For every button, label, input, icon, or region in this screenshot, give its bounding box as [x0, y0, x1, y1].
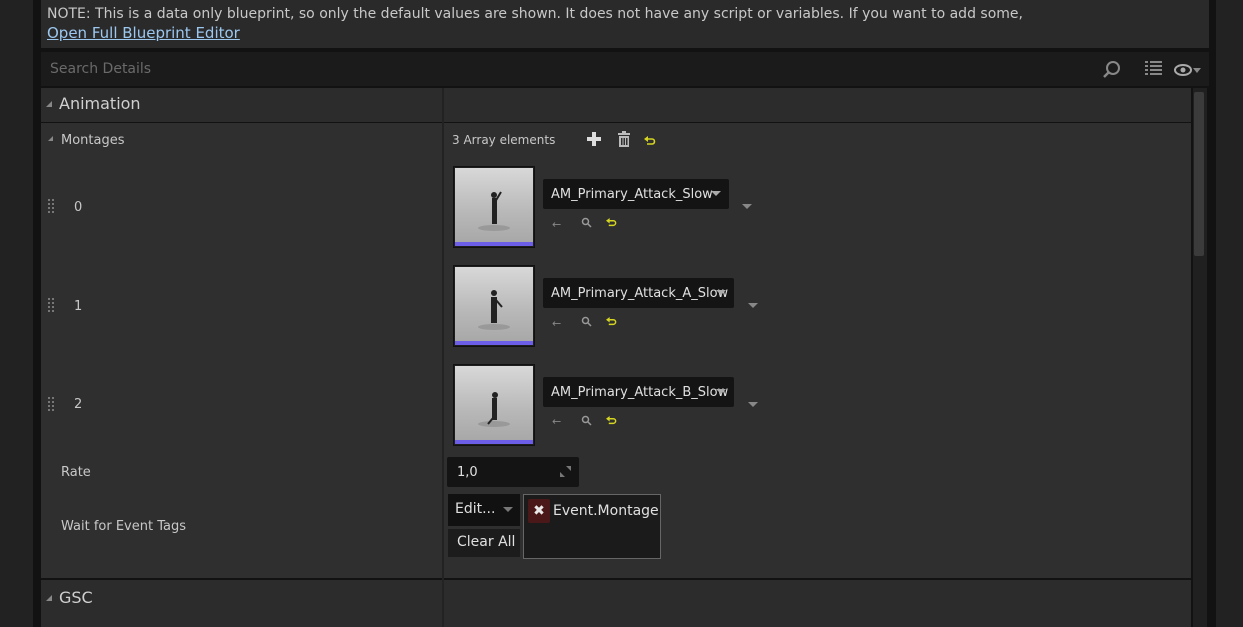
find-icon[interactable]: [581, 316, 592, 330]
montage-asset-name: AM_Primary_Attack_B_Slow: [551, 385, 729, 400]
data-only-note: NOTE: This is a data only blueprint, so …: [41, 0, 1209, 48]
browse-arrow-icon[interactable]: ←: [552, 218, 561, 231]
note-text: NOTE: This is a data only blueprint, so …: [47, 6, 1023, 22]
outer-left-panel: [0, 0, 33, 627]
column-view-icon[interactable]: [1145, 61, 1163, 81]
remove-tag-icon[interactable]: ✖: [528, 499, 550, 523]
rate-label: Rate: [61, 465, 91, 480]
edit-tags-label: Edit...: [455, 501, 496, 517]
reset-arrow-icon[interactable]: [644, 133, 656, 152]
search-bar: [41, 52, 1209, 86]
array-count: 3 Array elements: [452, 133, 556, 147]
asset-thumbnail[interactable]: [453, 166, 535, 248]
montage-asset-combo[interactable]: AM_Primary_Attack_Slow: [543, 179, 729, 209]
montage-asset-combo[interactable]: AM_Primary_Attack_A_Slow: [543, 278, 734, 308]
chevron-down-icon: [711, 191, 721, 196]
category-label: GSC: [59, 588, 93, 607]
eye-icon[interactable]: [1174, 62, 1202, 81]
element-options-icon[interactable]: [748, 303, 758, 308]
spin-drag-icon[interactable]: [560, 466, 571, 481]
element-index: 2: [74, 397, 83, 412]
reset-arrow-icon[interactable]: [606, 218, 617, 232]
collapse-icon: [46, 595, 52, 601]
trash-icon[interactable]: [616, 131, 632, 152]
browse-arrow-icon[interactable]: ←: [552, 317, 561, 330]
chevron-down-icon: [503, 507, 513, 512]
reset-arrow-icon[interactable]: [606, 317, 617, 331]
asset-thumbnail[interactable]: [453, 364, 535, 446]
rate-input[interactable]: 1,0: [447, 457, 579, 487]
grip-icon[interactable]: [48, 397, 54, 413]
element-index: 1: [74, 299, 83, 314]
montage-asset-name: AM_Primary_Attack_Slow: [551, 187, 713, 202]
scrollbar-thumb[interactable]: [1194, 92, 1204, 256]
chevron-down-icon: [716, 290, 726, 295]
chevron-down-icon: [716, 389, 726, 394]
element-options-icon[interactable]: [742, 204, 752, 209]
montage-asset-combo[interactable]: AM_Primary_Attack_B_Slow: [543, 377, 734, 407]
plus-icon[interactable]: [586, 131, 602, 151]
category-animation[interactable]: Animation: [41, 88, 1191, 122]
tag-list: ✖ Event.Montage: [523, 494, 661, 559]
asset-thumbnail[interactable]: [453, 265, 535, 347]
montages-label: Montages: [61, 133, 125, 148]
wait-for-event-tags-label: Wait for Event Tags: [61, 519, 186, 534]
outer-right-panel: [1216, 0, 1243, 627]
rate-value: 1,0: [457, 465, 478, 480]
search-icon[interactable]: [1102, 60, 1122, 84]
element-index: 0: [74, 200, 83, 215]
clear-all-button[interactable]: Clear All: [448, 529, 520, 557]
tag-label: Event.Montage: [553, 503, 659, 519]
expand-icon[interactable]: [48, 136, 53, 141]
category-label: Animation: [59, 94, 141, 113]
reset-arrow-icon[interactable]: [606, 416, 617, 430]
find-icon[interactable]: [581, 415, 592, 429]
element-options-icon[interactable]: [748, 402, 758, 407]
find-icon[interactable]: [581, 217, 592, 231]
open-blueprint-editor-link[interactable]: Open Full Blueprint Editor: [47, 24, 240, 43]
grip-icon[interactable]: [48, 298, 54, 314]
search-input[interactable]: [41, 52, 1091, 86]
column-splitter[interactable]: [442, 88, 444, 627]
edit-tags-combo[interactable]: Edit...: [448, 494, 520, 526]
property-names-column: [41, 123, 442, 578]
browse-arrow-icon[interactable]: ←: [552, 415, 561, 428]
montage-asset-name: AM_Primary_Attack_A_Slow: [551, 286, 729, 301]
category-gsc[interactable]: GSC: [41, 580, 1191, 627]
collapse-icon: [46, 101, 52, 107]
grip-icon[interactable]: [48, 199, 54, 215]
